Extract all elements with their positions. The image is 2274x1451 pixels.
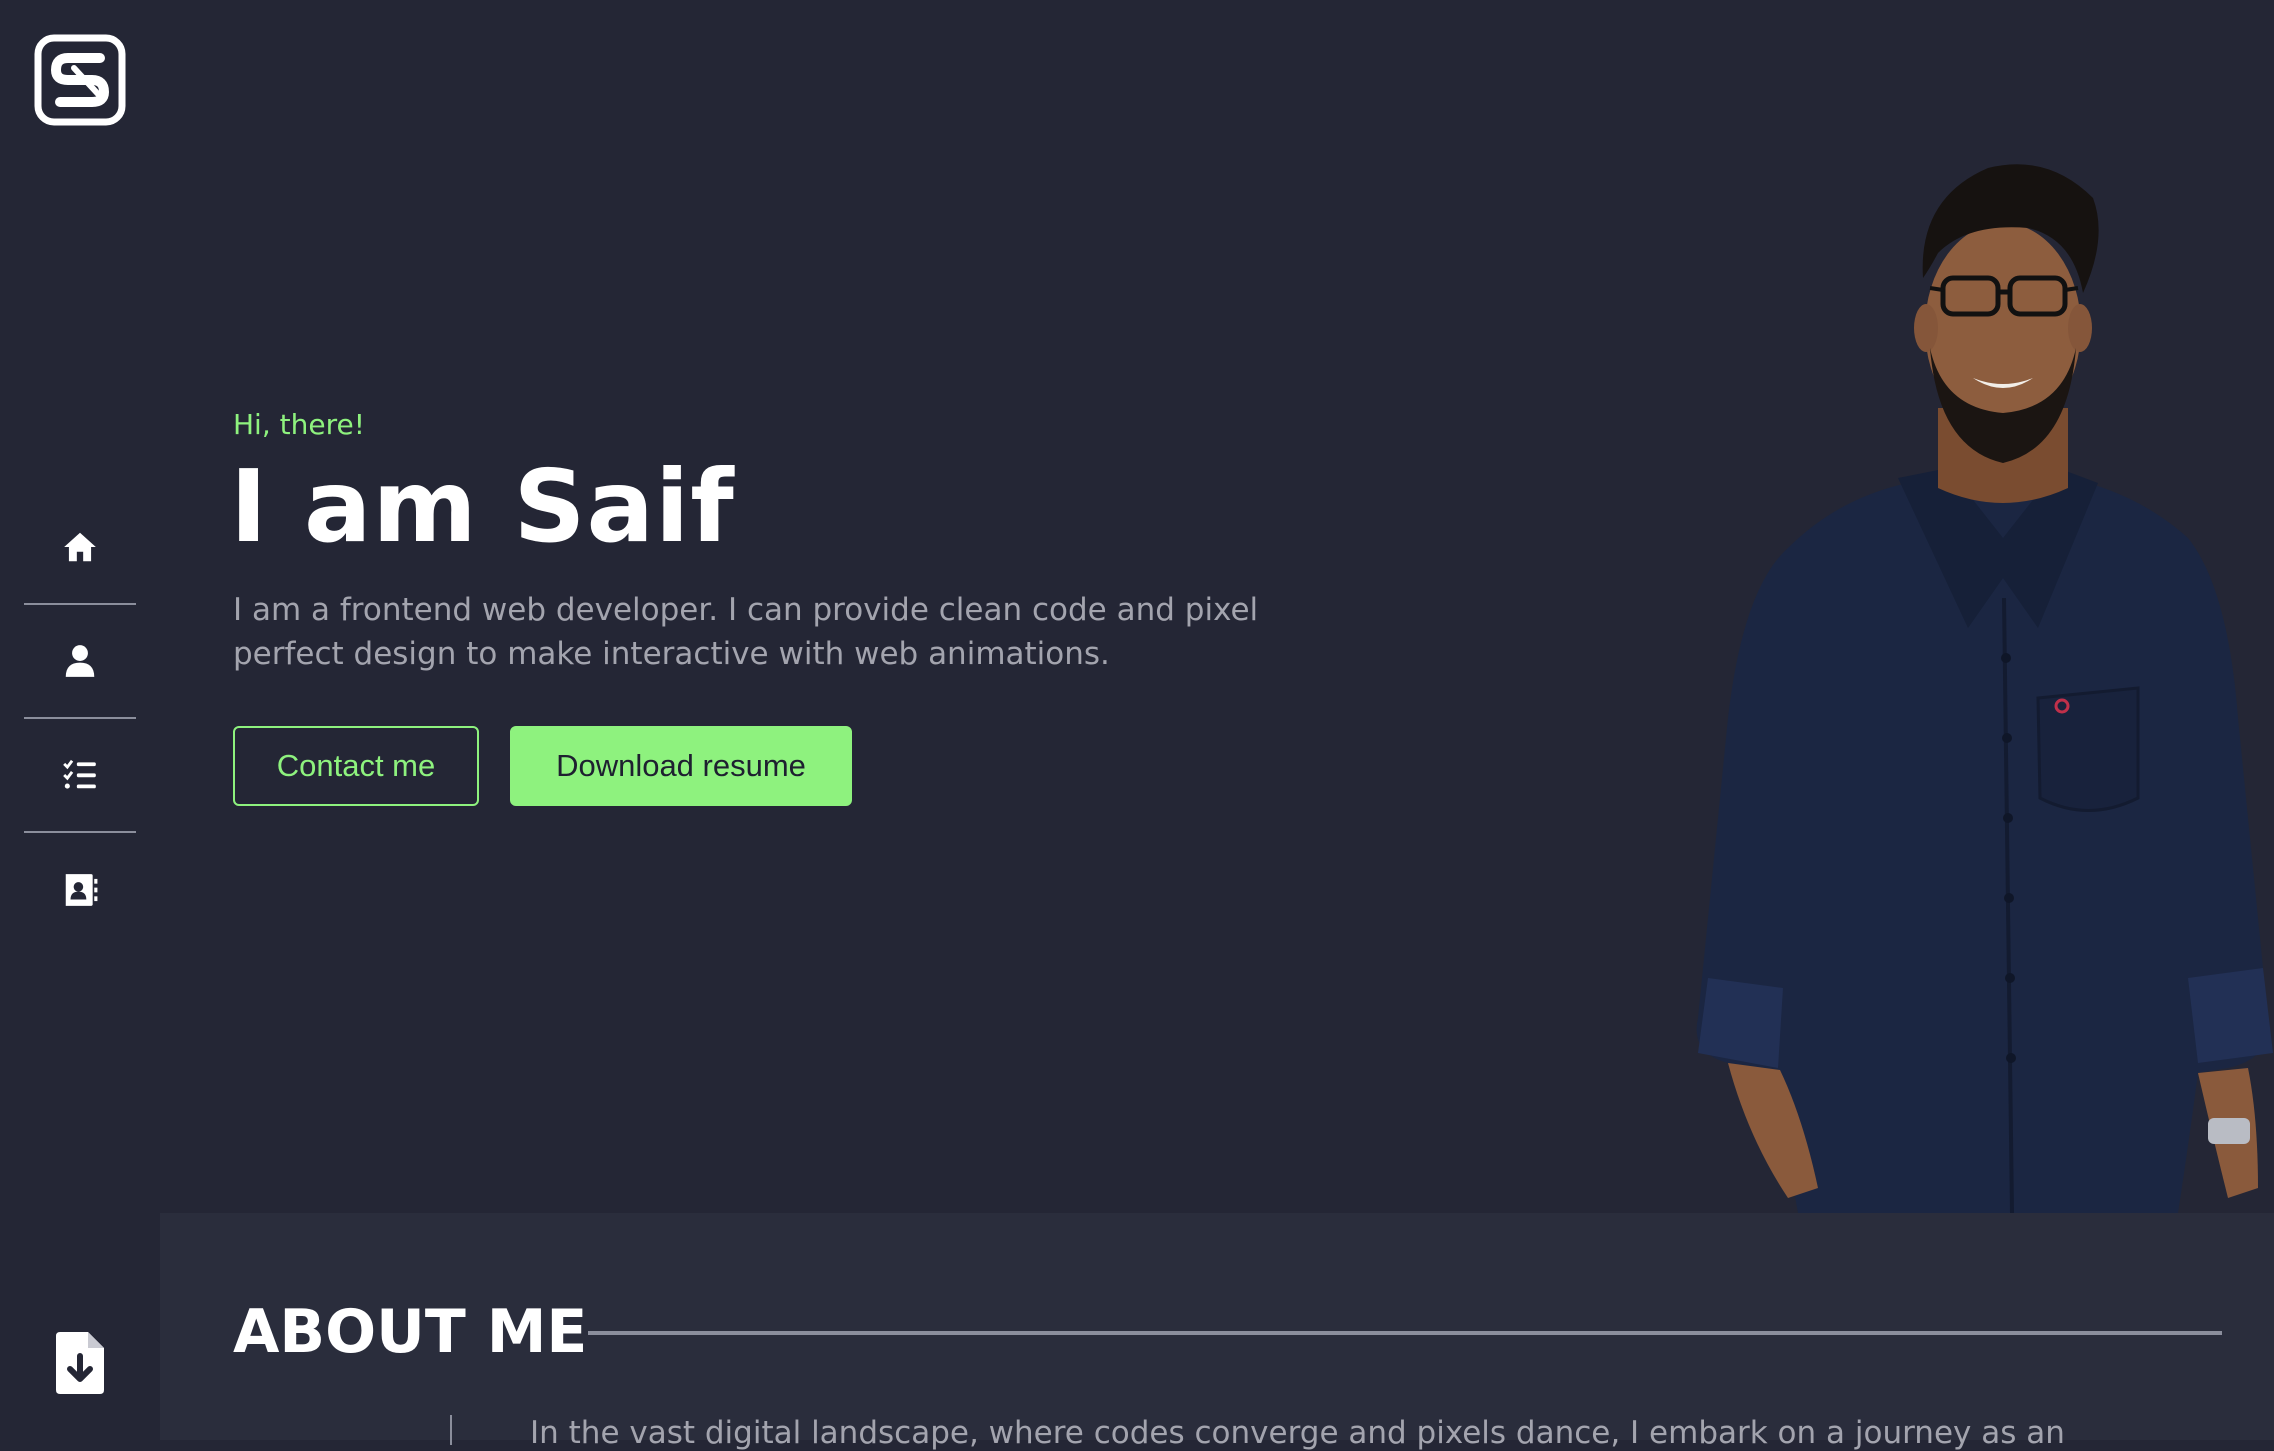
brand-logo[interactable] bbox=[34, 34, 126, 126]
hero-section: Hi, there! I am Saif I am a frontend web… bbox=[160, 0, 2274, 1214]
hero-intro: I am a frontend web developer. I can pro… bbox=[233, 592, 1259, 672]
sidebar-item-home[interactable] bbox=[24, 491, 136, 605]
logo-icon bbox=[34, 34, 126, 126]
sidebar-item-contact[interactable] bbox=[24, 833, 136, 947]
checklist-icon bbox=[63, 759, 96, 789]
about-text: In the vast digital landscape, where cod… bbox=[530, 1415, 2065, 1451]
home-icon bbox=[64, 532, 96, 562]
file-download-icon bbox=[56, 1332, 104, 1394]
about-section: ABOUT ME In the vast digital landscape, … bbox=[160, 1213, 2274, 1451]
hero-greeting: Hi, there! bbox=[233, 408, 365, 441]
sidebar-item-skills[interactable] bbox=[24, 719, 136, 833]
sidebar-nav bbox=[24, 491, 136, 947]
sidebar-item-about[interactable] bbox=[24, 605, 136, 719]
about-divider bbox=[588, 1331, 2222, 1335]
contact-me-button[interactable]: Contact me bbox=[233, 726, 479, 806]
user-icon bbox=[65, 645, 95, 677]
profile-photo bbox=[1668, 158, 2274, 1214]
sidebar bbox=[0, 0, 160, 1440]
contact-book-icon bbox=[65, 874, 98, 906]
about-accent-line bbox=[450, 1415, 452, 1445]
resume-download-button[interactable] bbox=[56, 1332, 104, 1394]
download-resume-button[interactable]: Download resume bbox=[510, 726, 852, 806]
about-title: ABOUT ME bbox=[233, 1297, 588, 1367]
hero-headline: I am Saif bbox=[230, 448, 735, 565]
